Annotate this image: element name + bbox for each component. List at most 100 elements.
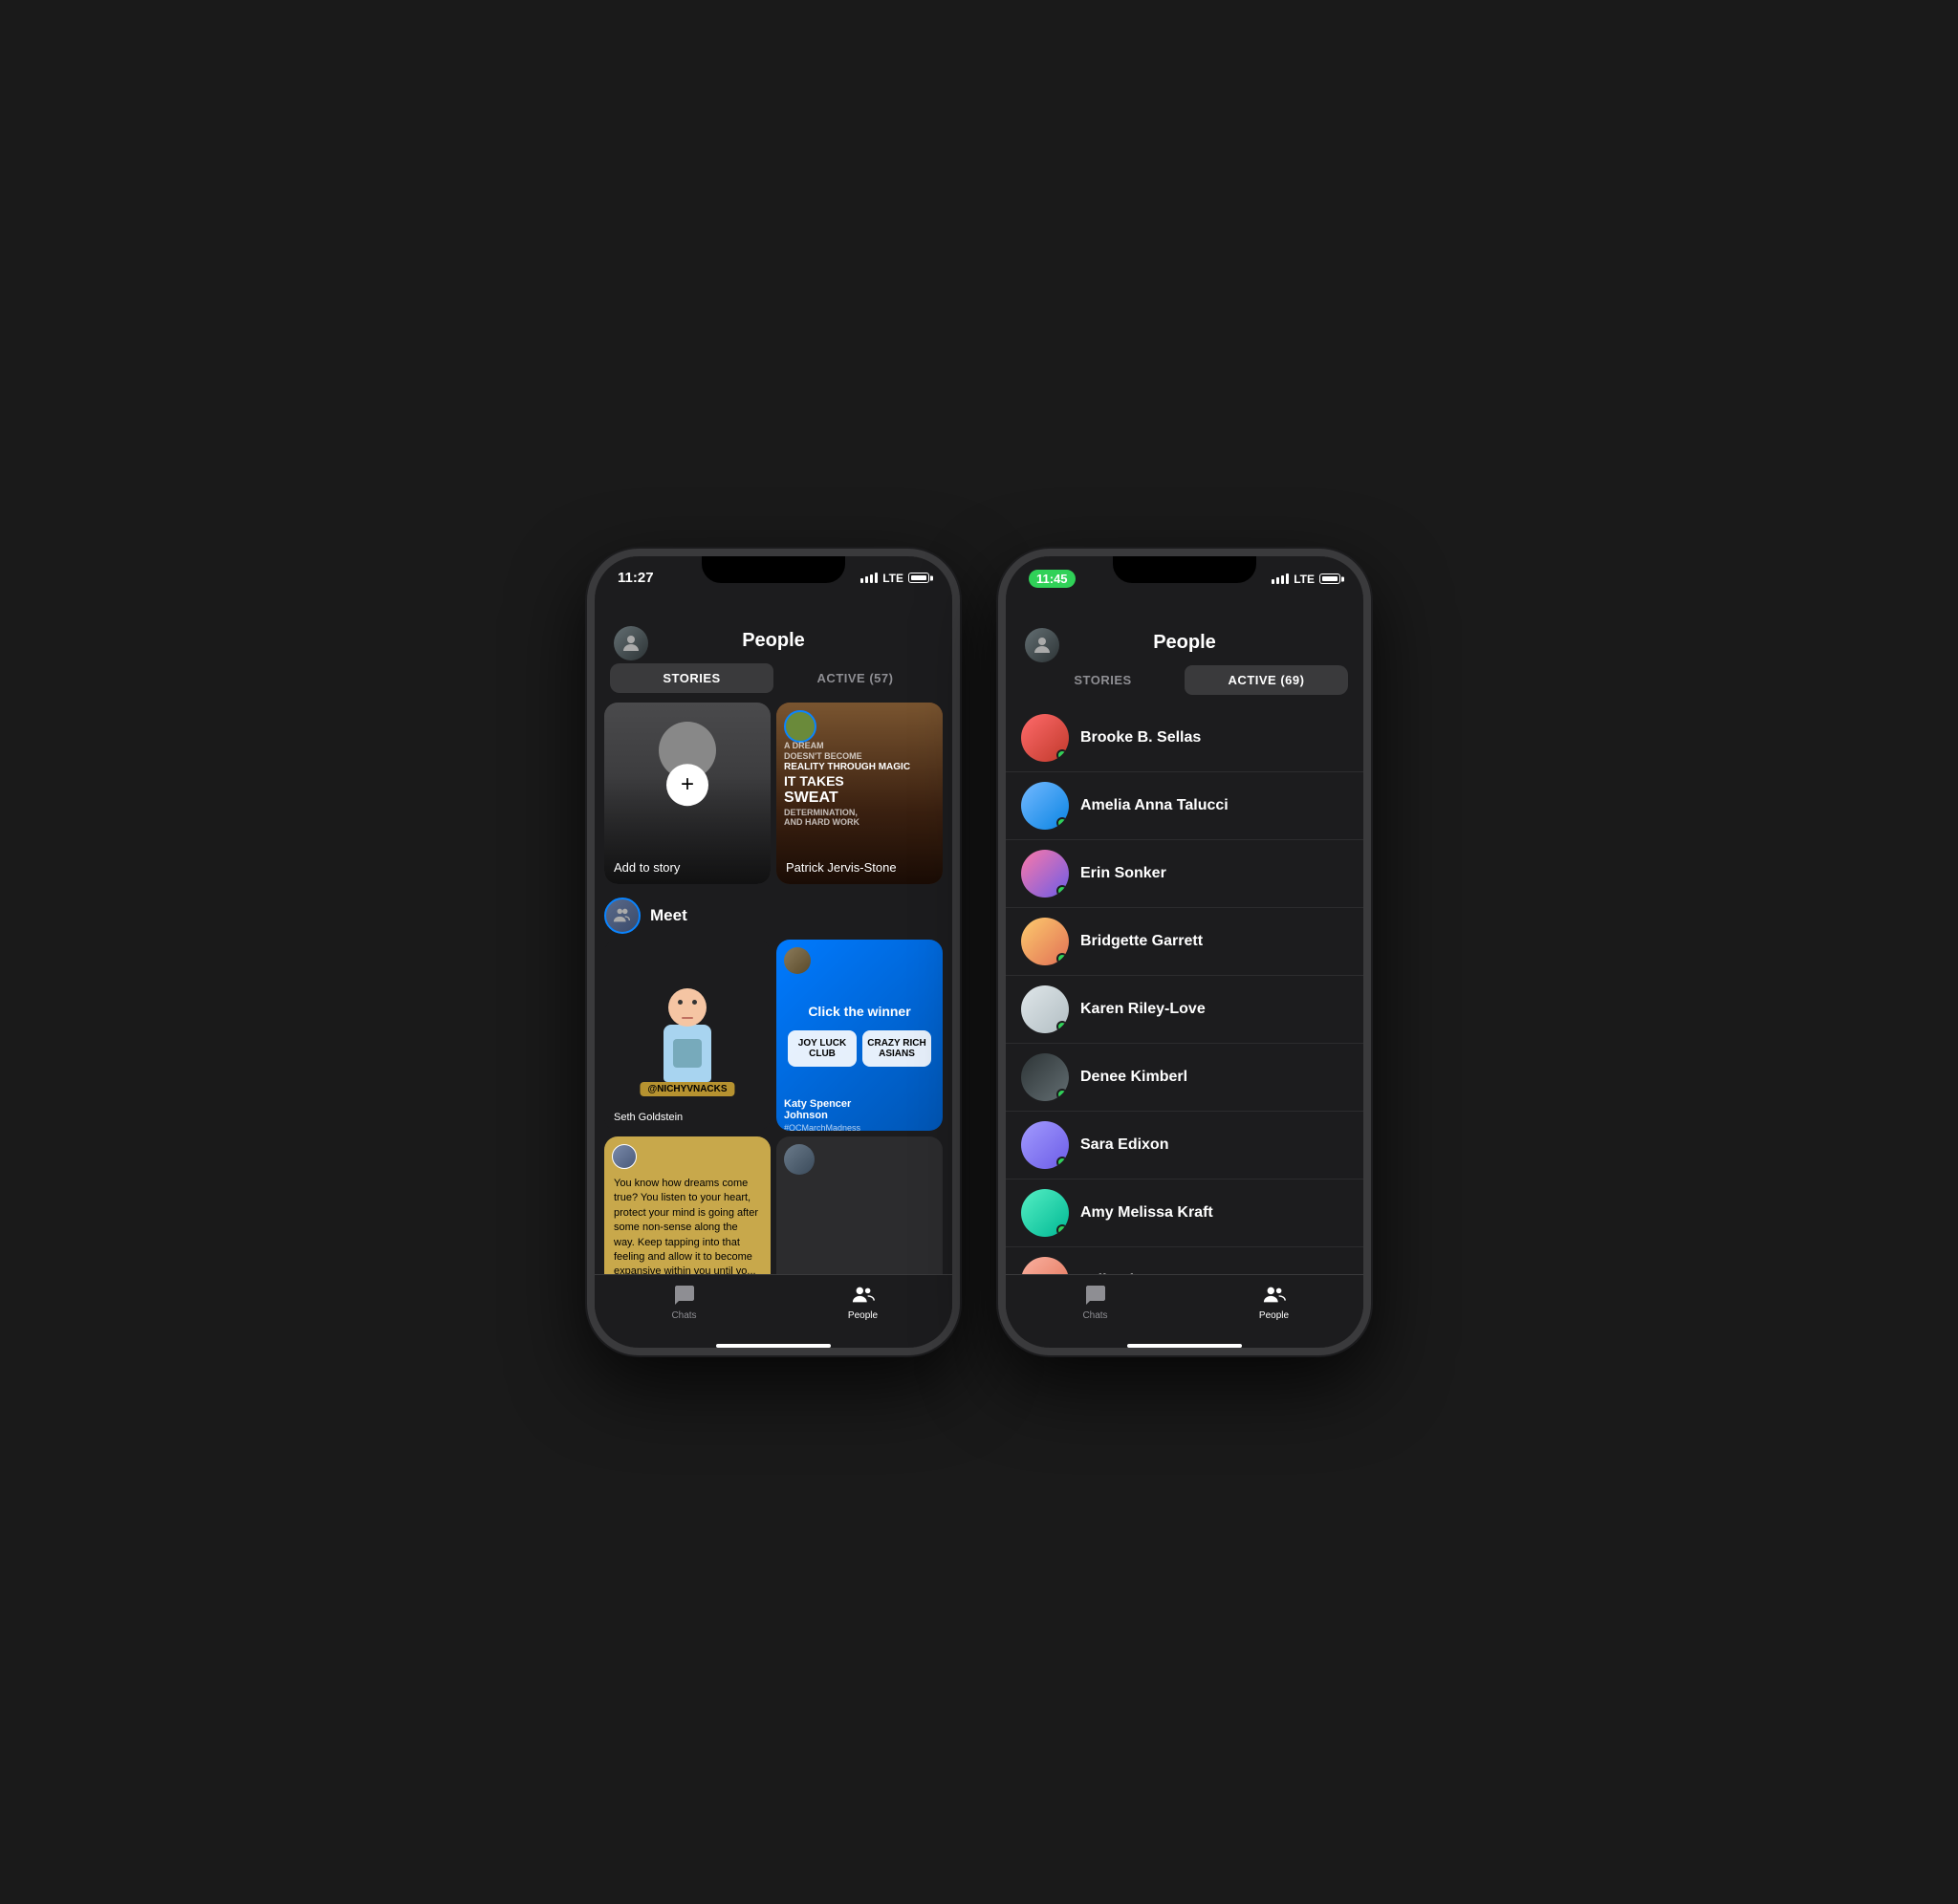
online-dot-4	[1056, 1021, 1068, 1032]
home-indicator-right	[1127, 1344, 1242, 1348]
online-dot-7	[1056, 1224, 1068, 1236]
phone-left: 11:27 LTE People STORIES ACTIVE (57)	[587, 549, 960, 1355]
person-avatar-0	[1021, 714, 1069, 762]
time-right: 11:45	[1029, 570, 1076, 588]
patrick-story-card[interactable]: A DREAM DOESN'T BECOME REALITY THROUGH M…	[776, 703, 943, 884]
person-name-6: Sara Edixon	[1080, 1136, 1168, 1154]
people-list[interactable]: Brooke B. Sellas Amelia Anna Talucci Eri…	[1006, 704, 1363, 1274]
online-dot-3	[1056, 953, 1068, 964]
person-avatar-2	[1021, 850, 1069, 898]
person-name-7: Amy Melissa Kraft	[1080, 1204, 1213, 1222]
person-item-1[interactable]: Amelia Anna Talucci	[1006, 772, 1363, 840]
home-indicator-left	[716, 1344, 831, 1348]
online-dot-2	[1056, 885, 1068, 897]
lte-label-right: LTE	[1294, 573, 1315, 586]
notch-left	[702, 556, 845, 583]
signal-icon-right	[1272, 573, 1289, 584]
person-name-1: Amelia Anna Talucci	[1080, 797, 1229, 814]
tab-stories-left[interactable]: STORIES	[610, 663, 773, 693]
tab-active-right[interactable]: ACTIVE (69)	[1185, 665, 1348, 695]
meet-title: Meet	[650, 906, 687, 925]
person-item-6[interactable]: Sara Edixon	[1006, 1112, 1363, 1179]
person-name-4: Karen Riley-Love	[1080, 1001, 1206, 1018]
online-dot-0	[1056, 749, 1068, 761]
content-left[interactable]: + Add to story A DREAM DOESN'T BECOME RE…	[595, 703, 952, 1274]
text-story-card[interactable]: You know how dreams come true? You liste…	[604, 1136, 771, 1274]
poll-opt2[interactable]: CRAZY RICHASIANS	[862, 1030, 931, 1067]
time-left: 11:27	[618, 570, 654, 586]
meet-section: Meet	[595, 894, 952, 1274]
notch-right	[1113, 556, 1256, 583]
meet-header: Meet	[604, 894, 943, 940]
screen-right: 11:45 LTE People STORIES ACTIVE (69)	[1006, 556, 1363, 1348]
phone-right: 11:45 LTE People STORIES ACTIVE (69)	[998, 549, 1371, 1355]
nav-chats-left[interactable]: Chats	[595, 1283, 773, 1321]
seth-card[interactable]: @NICHYVNACKS Seth Goldstein	[604, 940, 771, 1131]
online-dot-5	[1056, 1089, 1068, 1100]
status-icons-left: LTE	[860, 572, 929, 585]
person-avatar-1	[1021, 782, 1069, 830]
tab-stories-right[interactable]: STORIES	[1021, 665, 1185, 695]
meet-avatar	[604, 898, 641, 934]
bottom-nav-right: Chats People	[1006, 1274, 1363, 1340]
patrick-story-label: Patrick Jervis-Stone	[786, 860, 897, 875]
person-item-3[interactable]: Bridgette Garrett	[1006, 908, 1363, 976]
nav-people-left[interactable]: People	[773, 1283, 952, 1321]
battery-icon-right	[1319, 573, 1340, 584]
status-icons-right: LTE	[1272, 573, 1340, 586]
text-card-body: You know how dreams come true? You liste…	[614, 1146, 761, 1274]
person-name-3: Bridgette Garrett	[1080, 933, 1203, 950]
people-icon-left	[851, 1283, 876, 1308]
person-item-5[interactable]: Denee Kimberl	[1006, 1044, 1363, 1112]
header-left: People	[595, 590, 952, 660]
nav-chats-right[interactable]: Chats	[1006, 1283, 1185, 1321]
person-name-0: Brooke B. Sellas	[1080, 729, 1201, 746]
tabs-right: STORIES ACTIVE (69)	[1021, 665, 1348, 695]
seth-label: Seth Goldstein	[614, 1112, 683, 1123]
poll-options: JOY LUCKCLUB CRAZY RICHASIANS	[788, 1030, 931, 1067]
nav-people-right[interactable]: People	[1185, 1283, 1363, 1321]
bottom-nav-left: Chats People	[595, 1274, 952, 1340]
chat-icon-right	[1083, 1283, 1108, 1308]
lte-label: LTE	[882, 572, 903, 585]
person-avatar-8	[1021, 1257, 1069, 1274]
add-circle-icon: +	[666, 764, 708, 806]
nav-chats-label-right: Chats	[1082, 1310, 1107, 1321]
person-avatar-3	[1021, 918, 1069, 965]
chat-icon-left	[672, 1283, 697, 1308]
person-avatar-5	[1021, 1053, 1069, 1101]
add-story-card[interactable]: + Add to story	[604, 703, 771, 884]
person-item-7[interactable]: Amy Melissa Kraft	[1006, 1179, 1363, 1247]
header-right: People	[1006, 592, 1363, 661]
person-name-5: Denee Kimberl	[1080, 1069, 1187, 1086]
tab-active-left[interactable]: ACTIVE (57)	[773, 663, 937, 693]
signal-icon	[860, 573, 878, 583]
add-story-label: Add to story	[614, 860, 680, 875]
site-audit-card[interactable]: SITE AUDIT CREATED. NOW	[776, 1136, 943, 1274]
online-dot-1	[1056, 817, 1068, 829]
text-card-avatar	[612, 1144, 637, 1169]
person-item-8[interactable]: Julia Simms	[1006, 1247, 1363, 1274]
avatar-left[interactable]	[614, 626, 648, 660]
katy-card[interactable]: Click the winner JOY LUCKCLUB CRAZY RICH…	[776, 940, 943, 1131]
tabs-left: STORIES ACTIVE (57)	[610, 663, 937, 693]
avatar-right[interactable]	[1025, 628, 1059, 662]
katy-avatar	[784, 947, 811, 974]
person-avatar-6	[1021, 1121, 1069, 1169]
poll-title: Click the winner	[808, 1004, 910, 1019]
poll-opt1[interactable]: JOY LUCKCLUB	[788, 1030, 857, 1067]
person-name-2: Erin Sonker	[1080, 865, 1166, 882]
battery-icon	[908, 573, 929, 583]
patrick-avatar-ring	[784, 710, 816, 743]
person-item-4[interactable]: Karen Riley-Love	[1006, 976, 1363, 1044]
page-title-left: People	[742, 630, 805, 652]
nav-people-label-left: People	[848, 1310, 878, 1321]
people-icon-right	[1262, 1283, 1287, 1308]
person-item-2[interactable]: Erin Sonker	[1006, 840, 1363, 908]
meet-grid: @NICHYVNACKS Seth Goldstein Click the wi…	[604, 940, 943, 1274]
online-dot-6	[1056, 1157, 1068, 1168]
person-item-0[interactable]: Brooke B. Sellas	[1006, 704, 1363, 772]
screen-left: 11:27 LTE People STORIES ACTIVE (57)	[595, 556, 952, 1348]
nav-chats-label-left: Chats	[671, 1310, 696, 1321]
stories-grid: + Add to story A DREAM DOESN'T BECOME RE…	[595, 703, 952, 884]
